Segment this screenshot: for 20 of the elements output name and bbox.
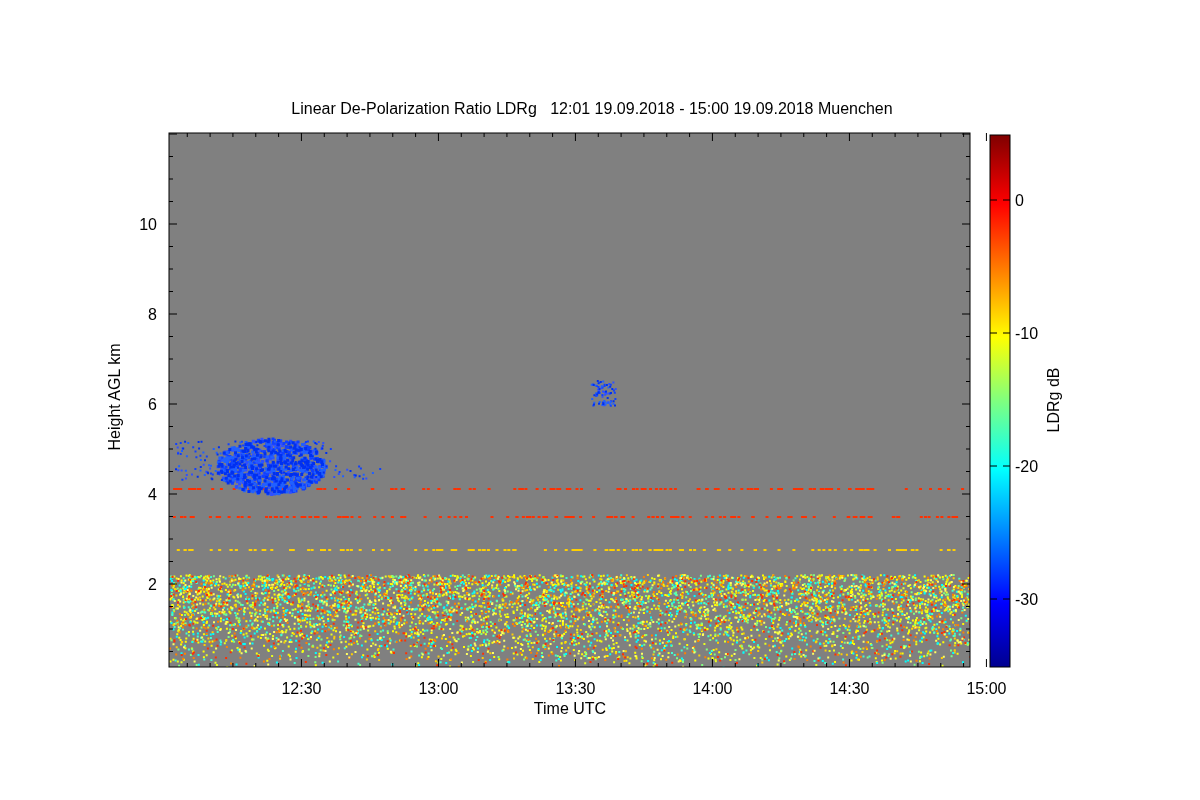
small-cloud-echo [590,380,617,407]
y-axis-label: Height AGL km [106,343,123,451]
colorbar-tick-label: -20 [1015,458,1039,475]
y-tick-label: 4 [148,486,157,503]
x-tick-label: 14:00 [692,680,733,697]
x-tick-label: 15:00 [966,680,1007,697]
x-tick-label: 12:30 [281,680,322,697]
colorbar-tick-label: -10 [1015,325,1039,342]
y-tick-label: 8 [148,306,157,323]
colorbar-tick-label: 0 [1015,192,1024,209]
x-axis-label: Time UTC [533,700,607,717]
x-tick-label: 13:00 [418,680,459,697]
y-tick-label: 6 [148,396,157,413]
y-tick-label: 10 [139,216,157,233]
y-tick-label: 2 [148,576,157,593]
x-tick-label: 13:30 [555,680,596,697]
colorbar-label: LDRg dB [1045,367,1062,433]
chart-title: Linear De-Polarization Ratio LDRg 12:01 19.09.2018 - 15:00 19.09.2018 Muenchen [291,100,893,117]
x-tick-label: 14:30 [829,680,870,697]
colorbar-tick-label: -30 [1015,591,1039,608]
